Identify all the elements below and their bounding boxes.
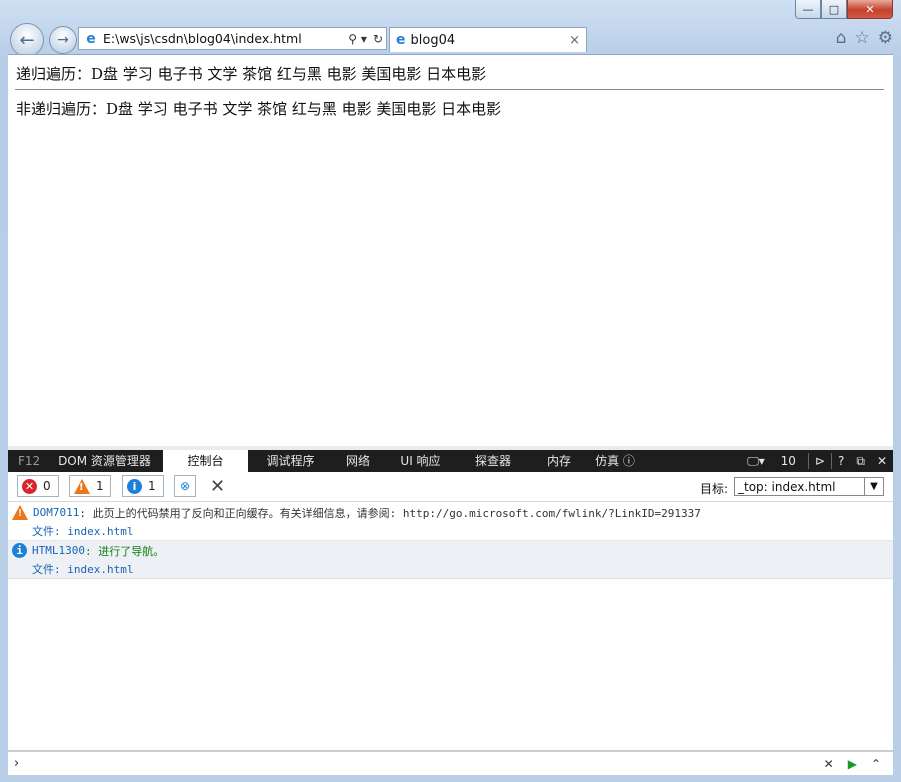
console-toggle-icon[interactable]: ⊳	[809, 454, 831, 468]
message-source-link[interactable]: 文件: index.html	[8, 560, 893, 578]
browser-window: — □ ✕ ← → e E:\ws\js\csdn\blog04\index.h…	[0, 0, 901, 782]
error-filter-button[interactable]: ✕ 0	[17, 475, 59, 497]
message-source-link[interactable]: 文件: index.html	[8, 522, 893, 540]
ie-tab-icon: e	[396, 32, 406, 48]
maximize-button[interactable]: □	[821, 0, 847, 19]
refresh-icon[interactable]: ↻	[370, 32, 386, 46]
clear-on-navigate-icon: ⊗	[179, 479, 191, 493]
info-count: 1	[148, 479, 156, 493]
address-bar[interactable]: e E:\ws\js\csdn\blog04\index.html ⚲ ▾ ↻	[78, 27, 387, 50]
console-input-line[interactable]: › ✕ ▶ ⌃	[8, 750, 893, 775]
emulation-info-icon: ⓘ	[622, 454, 635, 468]
help-icon[interactable]: ?	[832, 454, 850, 468]
recursive-traversal-text: 递归遍历：D盘 学习 电子书 文学 茶馆 红与黑 电影 美国电影 日本电影	[16, 65, 487, 83]
target-select[interactable]: _top: index.html ▼	[734, 477, 884, 496]
clear-on-navigate-button[interactable]: ⊗	[174, 475, 196, 497]
f12-label: F12	[18, 454, 41, 468]
expand-input-icon[interactable]: ⌃	[871, 757, 881, 771]
tab-profiler[interactable]: 探查器	[458, 450, 528, 472]
tab-debugger[interactable]: 调试程序	[248, 450, 333, 472]
tab-title: blog04	[410, 32, 456, 48]
warning-icon: !	[74, 478, 90, 494]
clear-console-icon[interactable]: ✕	[210, 476, 225, 497]
warning-count: 1	[96, 479, 104, 493]
message-text: : 进行了导航。	[84, 544, 165, 558]
back-arrow-icon: ←	[19, 29, 35, 51]
document-mode-selector[interactable]: 🖵▾ 10	[735, 454, 808, 469]
tab-blog04[interactable]: e blog04 ×	[389, 27, 587, 52]
devtools-right-controls: 🖵▾ 10 ⊳ ? ⧉ ✕	[735, 450, 893, 472]
forward-button[interactable]: →	[49, 26, 77, 54]
console-message: ! DOM7011: 此页上的代码禁用了反向和正向缓存。有关详细信息，请参阅: …	[8, 503, 893, 541]
browser-toolbar-icons: ⌂ ☆ ⚙	[836, 28, 893, 48]
undock-icon[interactable]: ⧉	[850, 454, 871, 469]
monitor-icon: 🖵▾	[747, 453, 765, 468]
forward-arrow-icon: →	[57, 32, 69, 48]
close-window-button[interactable]: ✕	[847, 0, 893, 19]
console-input-buttons: ✕ ▶ ⌃	[824, 757, 893, 771]
message-text: : 此页上的代码禁用了反向和正向缓存。有关详细信息，请参阅: http://go…	[79, 506, 701, 520]
minimize-button[interactable]: —	[795, 0, 821, 19]
console-toolbar: ✕ 0 ! 1 i 1 ⊗ ✕ 目标: _top: index.html ▼	[8, 472, 893, 502]
devtools-panel: F12 DOM 资源管理器 控制台 调试程序 网络 UI 响应 探查器 内存 仿…	[8, 446, 893, 775]
home-icon[interactable]: ⌂	[836, 28, 847, 48]
tab-memory[interactable]: 内存	[528, 450, 590, 472]
error-count: 0	[43, 479, 51, 493]
settings-icon[interactable]: ⚙	[878, 28, 893, 48]
document-mode-value: 10	[780, 453, 796, 468]
tab-emulation-label: 仿真	[595, 454, 620, 468]
console-message: i HTML1300: 进行了导航。 文件: index.html	[8, 541, 893, 579]
message-code: DOM7011	[33, 506, 80, 519]
target-label: 目标:	[699, 482, 728, 496]
search-dropdown-icon[interactable]: ⚲ ▾	[345, 32, 370, 46]
close-devtools-icon[interactable]: ✕	[871, 454, 893, 468]
window-controls: — □ ✕	[795, 0, 893, 19]
info-icon: i	[127, 478, 142, 494]
tab-console[interactable]: 控制台	[163, 450, 248, 472]
prompt-chevron-icon: ›	[14, 756, 20, 771]
target-value: _top: index.html	[738, 479, 836, 494]
clear-input-icon[interactable]: ✕	[824, 757, 834, 771]
devtools-tabbar: F12 DOM 资源管理器 控制台 调试程序 网络 UI 响应 探查器 内存 仿…	[8, 450, 893, 472]
info-filter-button[interactable]: i 1	[122, 475, 164, 497]
ie-page-icon: e	[86, 30, 96, 47]
chevron-down-icon: ▼	[864, 478, 883, 495]
tab-dom-explorer[interactable]: DOM 资源管理器	[46, 450, 163, 472]
tab-network[interactable]: 网络	[333, 450, 383, 472]
page-content: 递归遍历：D盘 学习 电子书 文学 茶馆 红与黑 电影 美国电影 日本电影 非递…	[8, 54, 893, 446]
favorites-icon[interactable]: ☆	[855, 28, 870, 48]
horizontal-rule	[15, 89, 884, 90]
tab-ui-responsiveness[interactable]: UI 响应	[383, 450, 458, 472]
nonrecursive-traversal-text: 非递归遍历：D盘 学习 电子书 文学 茶馆 红与黑 电影 美国电影 日本电影	[16, 100, 502, 118]
address-url[interactable]: E:\ws\js\csdn\blog04\index.html	[103, 31, 345, 46]
back-button[interactable]: ←	[10, 23, 44, 57]
run-icon[interactable]: ▶	[848, 757, 857, 771]
warning-icon: !	[12, 505, 28, 520]
tab-emulation[interactable]: 仿真 ⓘ	[590, 450, 640, 472]
tab-close-icon[interactable]: ×	[569, 33, 580, 48]
warning-filter-button[interactable]: ! 1	[69, 475, 111, 497]
message-code: HTML1300	[32, 544, 85, 557]
error-icon: ✕	[22, 478, 37, 494]
info-icon: i	[12, 543, 27, 558]
